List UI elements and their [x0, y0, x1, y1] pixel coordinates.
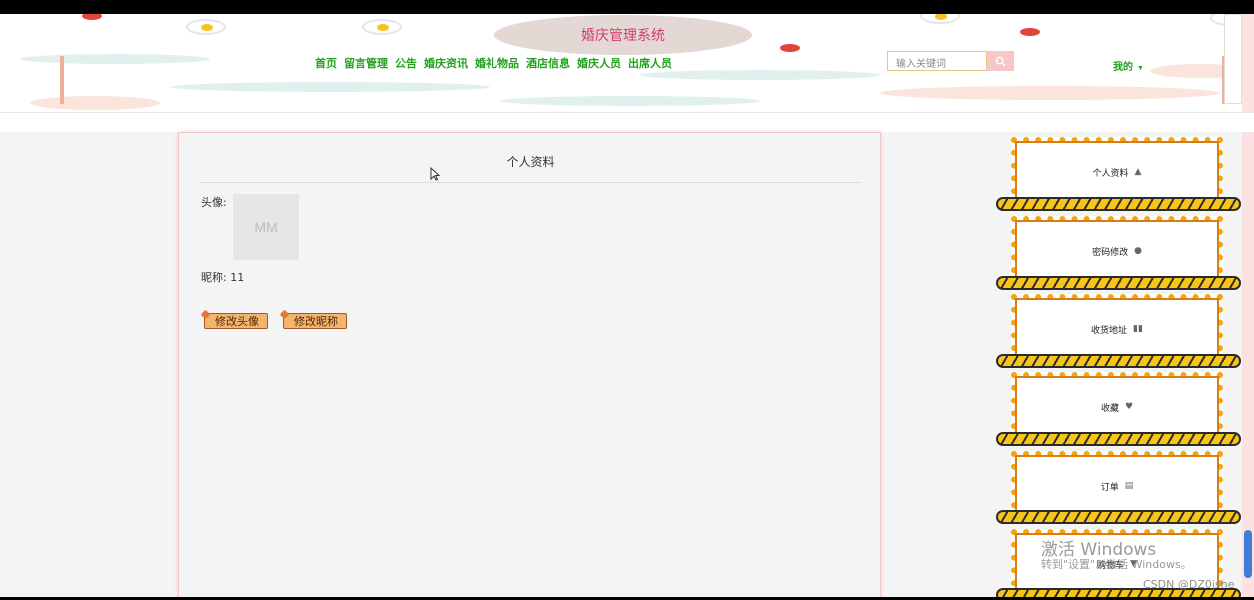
nav-item-attendees[interactable]: 出席人员 [628, 55, 672, 71]
page-title: 个人资料 [199, 153, 862, 183]
change-nickname-button[interactable]: 修改昵称 [283, 313, 347, 329]
decor-band [30, 96, 160, 110]
nav-item-wedding-news[interactable]: 婚庆资讯 [424, 55, 468, 71]
sidebar-item-label: 密码修改 [1092, 247, 1129, 258]
page-edge-strip [1242, 14, 1254, 597]
top-black-bar [0, 0, 1254, 14]
sidebar-item-label: 收货地址 [1091, 325, 1128, 336]
rope-divider [996, 354, 1241, 368]
barcode-icon: ▮▮ [1133, 324, 1143, 334]
decor-band [500, 96, 760, 106]
nav-item-wedding-goods[interactable]: 婚礼物品 [475, 55, 519, 71]
decor-band [170, 82, 490, 92]
sidebar-item-label: 个人资料 [1092, 168, 1129, 179]
avatar-label: 头像: [201, 196, 227, 209]
nav-item-notices[interactable]: 公告 [395, 55, 417, 71]
egg-decor [920, 14, 960, 24]
egg-decor [186, 19, 226, 35]
nav-item-wedding-staff[interactable]: 婚庆人员 [577, 55, 621, 71]
header-divider [0, 112, 1254, 132]
rope-divider [996, 276, 1241, 290]
rope-divider [996, 510, 1241, 524]
egg-decor [362, 19, 402, 35]
rope-divider [996, 197, 1241, 211]
nav-item-hotel-info[interactable]: 酒店信息 [526, 55, 570, 71]
strawberry-decor [1020, 28, 1040, 36]
profile-panel: 个人资料 头像: MM 昵称: 11 修改头像 修改昵称 [178, 132, 881, 600]
csdn-watermark: CSDN @DZ0jshe [1143, 578, 1235, 591]
scrollbar-thumb[interactable] [1244, 530, 1252, 578]
change-avatar-button[interactable]: 修改头像 [204, 313, 268, 329]
nav-item-home[interactable]: 首页 [315, 55, 337, 71]
user-icon: ● [1134, 246, 1142, 256]
search-button[interactable] [987, 51, 1014, 71]
header-side-widget [1224, 14, 1242, 104]
mouse-cursor-icon [430, 166, 441, 184]
windows-watermark-subtitle: 转到"设置"以激活 Windows。 [1041, 558, 1192, 571]
decor-band [640, 70, 880, 80]
avatar: MM [233, 194, 299, 260]
main-nav: 首页 留言管理 公告 婚庆资讯 婚礼物品 酒店信息 婚庆人员 出席人员 [315, 55, 672, 71]
home-icon: ▲ [1134, 167, 1142, 177]
strawberry-decor [780, 44, 800, 52]
sidebar-item-label: 订单 [1100, 482, 1119, 493]
strawberry-decor [82, 14, 102, 20]
pole-decor [60, 56, 64, 104]
decor-band [20, 54, 210, 64]
nickname-label: 昵称: 11 [201, 271, 245, 284]
heart-icon: ♥ [1124, 402, 1134, 412]
sidebar-item-label: 收藏 [1100, 403, 1119, 414]
system-title: 婚庆管理系统 [494, 15, 752, 55]
user-menu[interactable]: 我的 ▼ [1113, 58, 1144, 73]
decor-band [880, 86, 1220, 100]
file-icon: ▤ [1124, 481, 1134, 491]
rope-divider [996, 432, 1241, 446]
chevron-down-icon: ▼ [1137, 65, 1144, 72]
user-menu-label: 我的 [1113, 62, 1133, 73]
search-input[interactable]: 输入关键词 [887, 51, 987, 71]
search-icon [995, 56, 1006, 67]
nav-item-messages[interactable]: 留言管理 [344, 55, 388, 71]
